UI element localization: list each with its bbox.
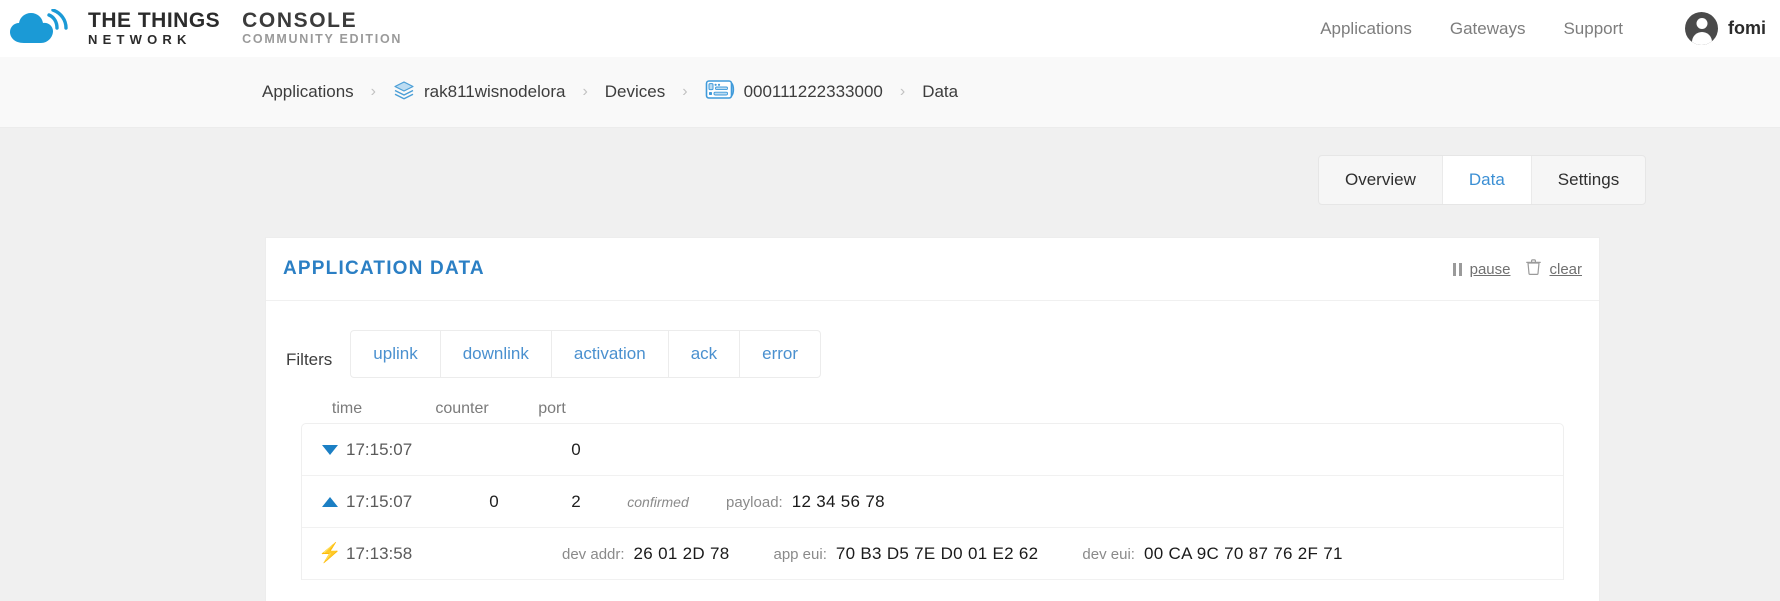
field-key: payload:	[726, 493, 783, 511]
breadcrumb-separator: ›	[899, 83, 906, 100]
filters-label: Filters	[286, 350, 333, 369]
application-data-panel: APPLICATION DATA pause clear Filters upl…	[265, 237, 1600, 601]
layers-icon	[393, 79, 415, 106]
field-key: dev eui:	[1082, 545, 1135, 563]
filter-ack[interactable]: ack	[669, 331, 741, 377]
breadcrumb-label: Data	[922, 82, 959, 101]
brand-logo-group[interactable]: THE THINGS NETWORK CONSOLE COMMUNITY EDI…	[8, 7, 403, 49]
breadcrumb-item-device[interactable]: 000111222333000	[705, 78, 883, 107]
table-column-headers: time counter port	[266, 400, 1599, 418]
table-row[interactable]: 17:15:07 0 2 confirmed payload: 12 34 56…	[302, 476, 1563, 528]
brand-ttn-line1: THE THINGS	[88, 9, 221, 32]
row-field-app-eui: app eui: 70 B3 D5 7E D0 01 E2 62	[773, 544, 1038, 564]
breadcrumb-bar: Applications › rak811wisnodelora › Devic…	[0, 57, 1780, 128]
breadcrumb-separator: ›	[582, 83, 588, 100]
ttn-cloud-logo	[8, 7, 82, 49]
nav-link-gateways[interactable]: Gateways	[1450, 19, 1526, 39]
breadcrumb-label: 000111222333000	[743, 82, 883, 101]
filter-button-group: uplink downlink activation ack error	[350, 330, 822, 378]
trash-icon	[1526, 259, 1542, 279]
tab-data[interactable]: Data	[1442, 156, 1532, 204]
uplink-triangle-icon	[314, 496, 346, 507]
top-nav-links: Applications Gateways Support fomi	[1320, 12, 1780, 45]
filter-uplink[interactable]: uplink	[351, 331, 441, 377]
breadcrumb-separator: ›	[682, 83, 688, 100]
tab-overview[interactable]: Overview	[1319, 156, 1443, 204]
brand-console-line1: CONSOLE	[242, 9, 358, 32]
row-time: 17:15:07	[346, 439, 413, 459]
row-time: 17:13:58	[346, 543, 413, 563]
row-counter: 0	[489, 491, 499, 511]
field-value: 12 34 56 78	[791, 491, 885, 511]
panel-actions: pause clear	[1452, 259, 1582, 279]
row-field-dev-eui: dev eui: 00 CA 9C 70 87 76 2F 71	[1082, 544, 1342, 564]
user-avatar-icon	[1685, 12, 1718, 45]
downlink-triangle-icon	[314, 444, 346, 455]
breadcrumb-item-application[interactable]: rak811wisnodelora	[393, 79, 565, 106]
device-tabs: Overview Data Settings	[1318, 155, 1647, 205]
brand-console-line2: COMMUNITY EDITION	[242, 32, 403, 46]
breadcrumb-item-data[interactable]: Data	[922, 82, 958, 102]
clear-label: clear	[1549, 260, 1582, 278]
breadcrumb-item-applications[interactable]: Applications	[262, 82, 354, 102]
page-title: APPLICATION DATA	[283, 258, 485, 279]
row-field-payload: payload: 12 34 56 78	[726, 492, 885, 512]
breadcrumb-item-devices[interactable]: Devices	[605, 82, 665, 102]
row-port: 0	[571, 439, 581, 459]
field-key: dev addr:	[562, 545, 625, 563]
filter-downlink[interactable]: downlink	[441, 331, 552, 377]
column-header-counter: counter	[435, 400, 489, 417]
field-key: app eui:	[773, 545, 827, 563]
filter-error[interactable]: error	[740, 331, 820, 377]
table-row[interactable]: ⚡ 17:13:58 dev addr: 26 01 2D 78 app eui…	[302, 528, 1563, 580]
table-row[interactable]: 17:15:07 0	[302, 424, 1563, 476]
nav-link-applications[interactable]: Applications	[1320, 19, 1412, 39]
column-header-time: time	[331, 400, 363, 417]
tab-settings[interactable]: Settings	[1532, 156, 1645, 204]
activation-bolt-icon: ⚡	[318, 543, 342, 564]
top-navigation-bar: THE THINGS NETWORK CONSOLE COMMUNITY EDI…	[0, 0, 1780, 57]
user-menu[interactable]: fomi	[1685, 12, 1766, 45]
pause-icon	[1452, 262, 1462, 276]
row-field-dev-addr: dev addr: 26 01 2D 78	[562, 544, 729, 564]
breadcrumb-label: Applications	[262, 82, 354, 101]
breadcrumb-label: Devices	[604, 82, 666, 101]
row-confirmed-flag: confirmed	[627, 493, 689, 510]
pause-label: pause	[1469, 260, 1511, 278]
pause-button[interactable]: pause	[1452, 260, 1511, 278]
brand-ttn-line2: NETWORK	[88, 32, 192, 47]
row-time: 17:15:07	[346, 491, 413, 511]
panel-header: APPLICATION DATA pause clear	[266, 238, 1599, 301]
nav-link-support[interactable]: Support	[1563, 19, 1623, 39]
clear-button[interactable]: clear	[1526, 259, 1582, 279]
user-name: fomi	[1728, 18, 1766, 38]
field-value: 26 01 2D 78	[633, 543, 730, 563]
row-port: 2	[571, 491, 581, 511]
breadcrumb: Applications › rak811wisnodelora › Devic…	[262, 78, 958, 107]
filter-activation[interactable]: activation	[552, 331, 669, 377]
field-value: 70 B3 D5 7E D0 01 E2 62	[835, 543, 1039, 563]
breadcrumb-label: rak811wisnodelora	[424, 82, 566, 101]
application-data-table: 17:15:07 0 17:15:07 0 2 confirmed payloa…	[301, 423, 1564, 580]
column-header-port: port	[538, 400, 566, 417]
filters-row: Filters uplink downlink activation ack e…	[266, 301, 1599, 378]
field-value: 00 CA 9C 70 87 76 2F 71	[1143, 543, 1343, 563]
breadcrumb-separator: ›	[370, 83, 376, 100]
device-board-icon	[705, 78, 735, 107]
